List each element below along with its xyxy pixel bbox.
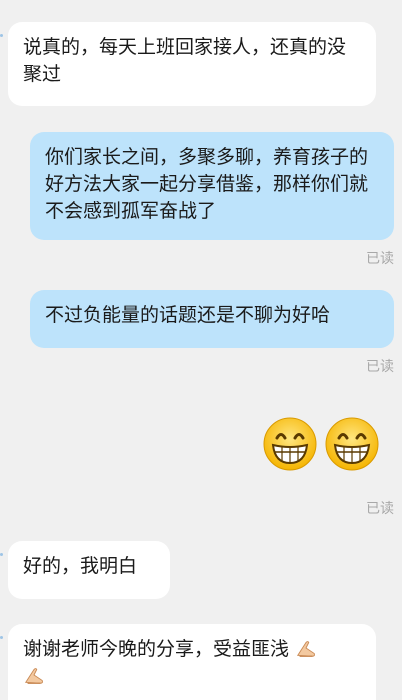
avatar-edge	[0, 636, 3, 639]
grinning-face-icon	[263, 417, 317, 471]
avatar-edge	[0, 34, 3, 37]
message-text: 好的，我明白	[23, 555, 138, 577]
folded-hands-icon	[24, 668, 43, 684]
read-status: 已读	[366, 251, 394, 267]
message-text: 谢谢老师今晚的分享，受益匪浅	[23, 638, 290, 660]
avatar-edge	[0, 553, 3, 556]
read-status: 已读	[366, 501, 394, 517]
read-status: 已读	[366, 359, 394, 375]
chat-view: 说真的，每天上班回家接人，还真的没聚过 你们家长之间，多聚多聊，养育孩子的好方法…	[0, 0, 402, 700]
grinning-face-icon	[325, 417, 379, 471]
message-bubble-incoming[interactable]: 谢谢老师今晚的分享，受益匪浅	[8, 624, 376, 700]
message-bubble-outgoing[interactable]: 不过负能量的话题还是不聊为好哈	[30, 290, 394, 348]
message-bubble-outgoing[interactable]: 你们家长之间，多聚多聊，养育孩子的好方法大家一起分享借鉴，那样你们就不会感到孤军…	[30, 132, 394, 240]
message-bubble-incoming[interactable]: 说真的，每天上班回家接人，还真的没聚过	[8, 22, 376, 106]
message-bubble-incoming[interactable]: 好的，我明白	[8, 541, 170, 599]
message-emoji-outgoing[interactable]	[262, 416, 380, 472]
message-text: 不过负能量的话题还是不聊为好哈	[45, 304, 331, 326]
message-text: 说真的，每天上班回家接人，还真的没聚过	[23, 36, 347, 85]
message-text: 你们家长之间，多聚多聊，养育孩子的好方法大家一起分享借鉴，那样你们就不会感到孤军…	[45, 146, 369, 222]
folded-hands-icon	[297, 641, 315, 657]
